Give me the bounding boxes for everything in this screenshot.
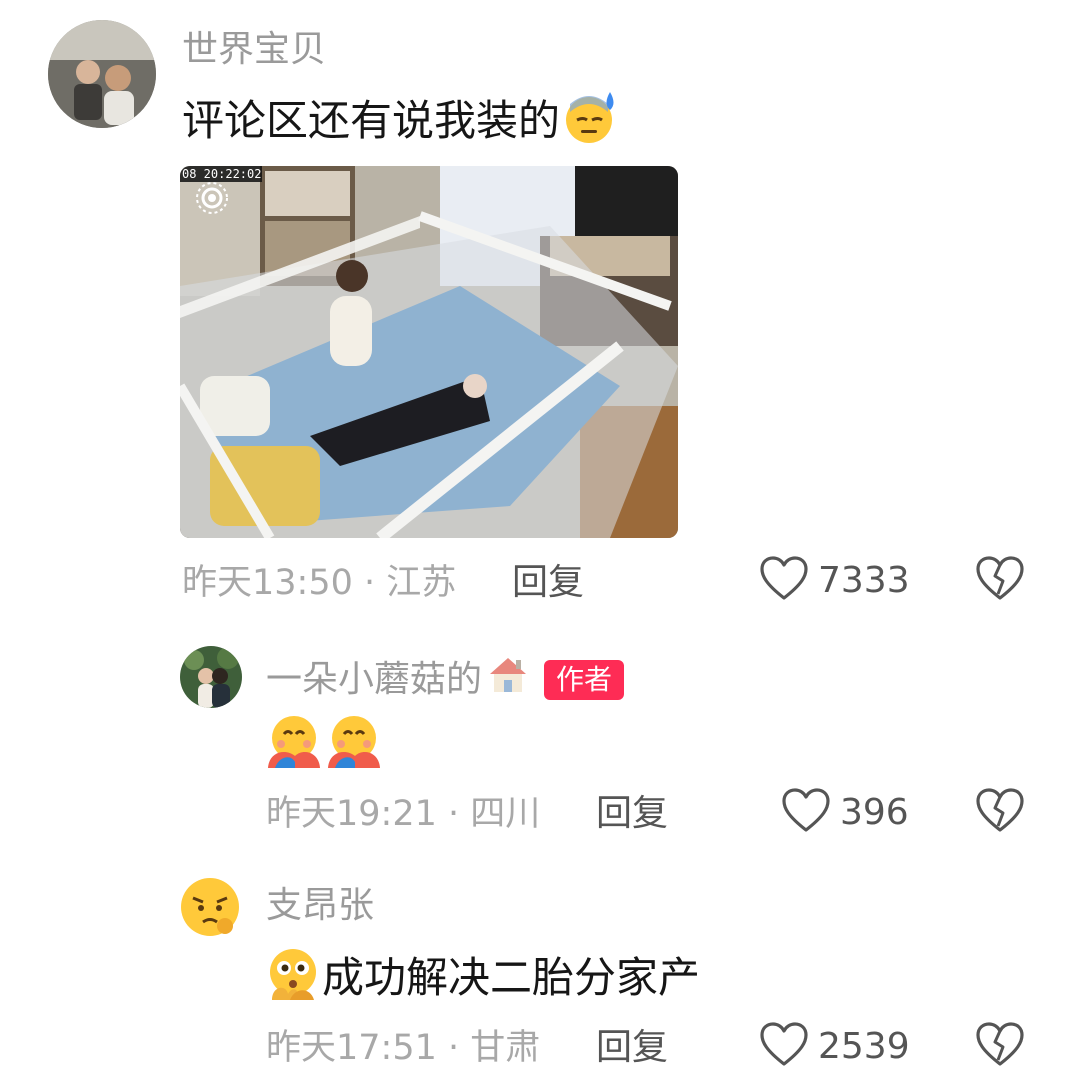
like-count: 7333 bbox=[818, 560, 910, 601]
broken-heart-icon bbox=[976, 788, 1024, 838]
comment-photo[interactable]: 08 20:22:02 bbox=[180, 166, 678, 538]
dislike-button[interactable] bbox=[976, 1022, 1024, 1072]
dislike-button[interactable] bbox=[976, 788, 1024, 838]
heart-icon bbox=[760, 1022, 808, 1072]
time-location: 昨天17:51 · 甘肃 bbox=[266, 1028, 541, 1068]
avatar[interactable] bbox=[179, 876, 241, 938]
avatar[interactable] bbox=[48, 20, 156, 128]
like-button[interactable]: 2539 bbox=[760, 1022, 910, 1072]
heart-icon bbox=[760, 556, 808, 606]
username[interactable]: 世界宝贝 bbox=[182, 28, 326, 72]
reply-button[interactable]: 回复 bbox=[596, 792, 668, 836]
time-location: 昨天13:50 · 江苏 bbox=[182, 563, 457, 603]
like-count: 2539 bbox=[818, 1026, 910, 1067]
username[interactable]: 一朵小蘑菇的 作者 bbox=[266, 654, 625, 705]
comment-emoji-content bbox=[265, 712, 383, 774]
like-button[interactable]: 7333 bbox=[760, 556, 910, 606]
time-location: 昨天19:21 · 四川 bbox=[266, 794, 541, 834]
like-count: 396 bbox=[840, 792, 909, 833]
hugging-face-emoji-icon bbox=[325, 712, 383, 774]
like-button[interactable]: 396 bbox=[782, 788, 909, 838]
broken-heart-icon bbox=[976, 556, 1024, 606]
avatar[interactable] bbox=[180, 646, 242, 708]
reply-button[interactable]: 回复 bbox=[512, 561, 584, 605]
heart-icon bbox=[782, 788, 830, 838]
photo-timestamp: 08 20:22:02 bbox=[182, 167, 261, 181]
thinking-face-emoji-icon bbox=[264, 946, 322, 1015]
author-badge: 作者 bbox=[544, 659, 625, 700]
comment-text: 成功解决二胎分家产 bbox=[264, 946, 700, 1015]
sweat-face-emoji-icon bbox=[560, 90, 620, 157]
dislike-button[interactable] bbox=[976, 556, 1024, 606]
house-emoji-icon bbox=[486, 654, 530, 705]
comment-text: 评论区还有说我装的 bbox=[182, 90, 620, 157]
broken-heart-icon bbox=[976, 1022, 1024, 1072]
username[interactable]: 支昂张 bbox=[266, 884, 374, 928]
pensive-face-icon bbox=[179, 878, 241, 942]
reply-button[interactable]: 回复 bbox=[596, 1026, 668, 1070]
hugging-face-emoji-icon bbox=[265, 712, 323, 774]
